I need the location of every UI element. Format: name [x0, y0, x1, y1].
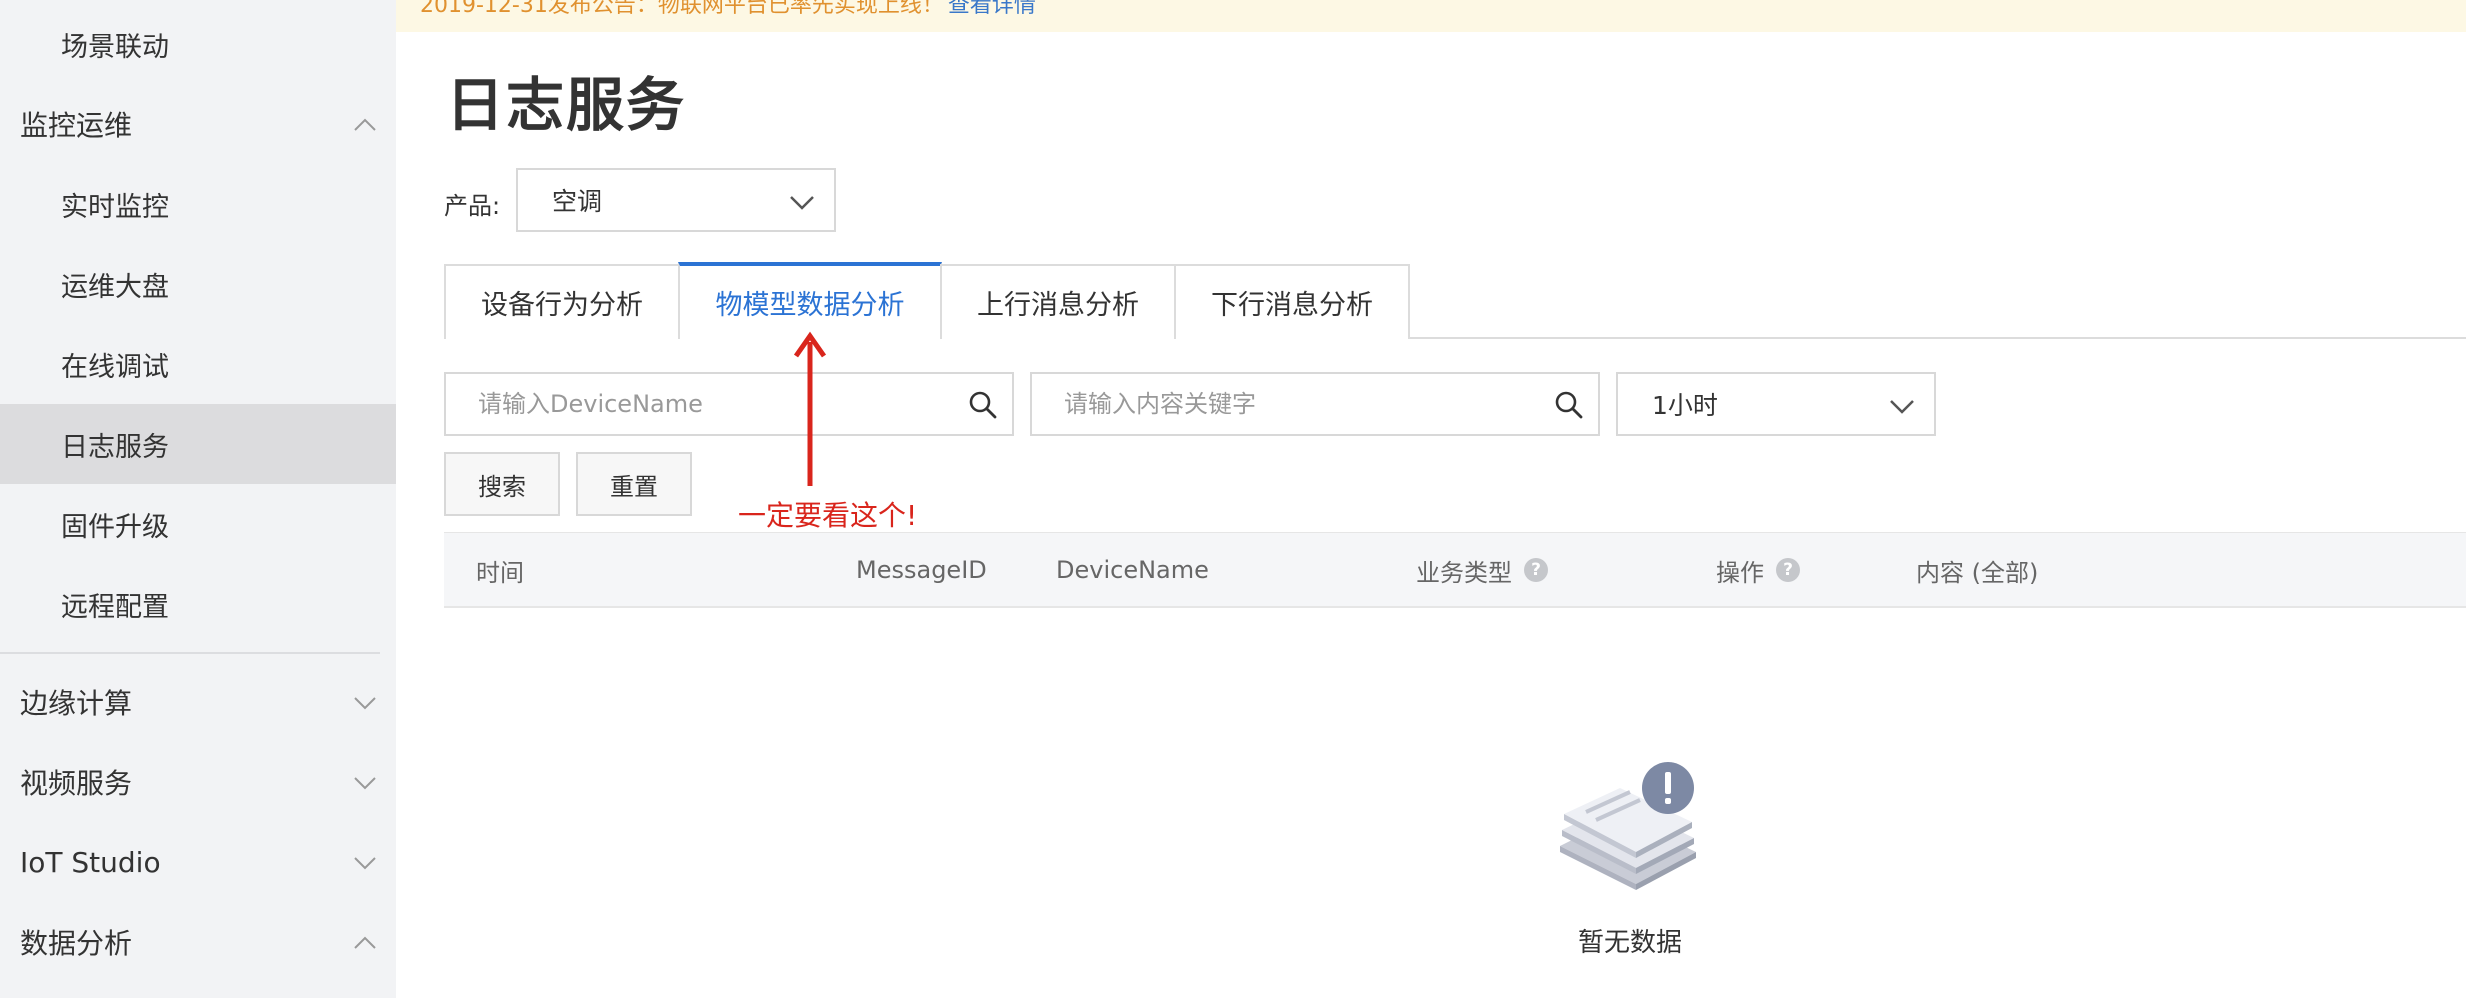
tab-label: 物模型数据分析 — [715, 290, 905, 321]
chevron-down-icon — [790, 196, 814, 210]
annotation-text: 一定要看这个! — [738, 499, 918, 532]
sidebar-item-label: 日志服务 — [61, 431, 169, 463]
sidebar-item-label: 运维大盘 — [61, 271, 169, 303]
sidebar-group-label: 视频服务 — [20, 767, 133, 800]
sidebar-item-ops-dashboard[interactable]: 运维大盘 — [0, 244, 396, 324]
sidebar-item-label: 远程配置 — [61, 591, 169, 623]
chevron-down-icon — [354, 697, 376, 710]
search-icon[interactable] — [968, 390, 998, 420]
notice-text: 2019-12-31发布公告：物联网平台已率先实现上线！ — [420, 0, 944, 18]
keyword-search — [1030, 372, 1600, 436]
chevron-down-icon — [354, 857, 376, 870]
sidebar-item-label: 固件升级 — [61, 511, 169, 543]
reset-button[interactable]: 重置 — [576, 452, 692, 516]
time-range-value: 1小时 — [1652, 391, 1718, 420]
sidebar-item-label: 实时监控 — [61, 191, 169, 223]
sidebar-item-realtime-monitor[interactable]: 实时监控 — [0, 164, 396, 244]
tab-label: 设备行为分析 — [481, 290, 643, 321]
time-range-select[interactable]: 1小时 — [1616, 372, 1936, 436]
column-header-business-type: 业务类型 ? — [1416, 533, 1548, 607]
tab-downstream-messages[interactable]: 下行消息分析 — [1174, 264, 1410, 339]
annotation-arrow-icon — [793, 331, 827, 486]
sidebar-group-monitoring[interactable]: 监控运维 — [0, 84, 396, 164]
sidebar-group-label: 数据分析 — [20, 927, 133, 960]
sidebar-group-label: 边缘计算 — [20, 687, 133, 720]
column-header-time: 时间 — [476, 558, 524, 587]
column-header-message-id: MessageID — [856, 556, 987, 584]
sidebar-group-iot-studio[interactable]: IoT Studio — [0, 822, 396, 902]
product-label: 产品: — [444, 192, 501, 220]
notice-link[interactable]: 查看详情 — [948, 0, 1036, 18]
sidebar-group-label: IoT Studio — [20, 845, 161, 879]
device-name-input[interactable] — [446, 374, 1012, 434]
sidebar-group-data-analysis[interactable]: 数据分析 — [0, 902, 396, 982]
sidebar-group-edge-computing[interactable]: 边缘计算 — [0, 662, 396, 742]
column-header-content[interactable]: 内容 (全部) — [1916, 533, 2038, 607]
chevron-up-icon — [354, 936, 376, 949]
table-header: 时间 MessageID DeviceName 业务类型 ? 操作 ? 内容 (… — [444, 532, 2466, 608]
empty-state-text: 暂无数据 — [1577, 928, 1682, 958]
sidebar-item-log-service[interactable]: 日志服务 — [0, 404, 396, 484]
product-select[interactable]: 空调 — [516, 168, 836, 232]
tab-upstream-messages[interactable]: 上行消息分析 — [940, 264, 1176, 339]
tab-label: 下行消息分析 — [1211, 290, 1373, 321]
empty-data-icon — [1560, 762, 1696, 890]
notice-bar: 2019-12-31发布公告：物联网平台已率先实现上线！ 查看详情 — [396, 0, 2466, 32]
sidebar-group-label: 监控运维 — [20, 109, 133, 142]
sidebar-item-firmware-upgrade[interactable]: 固件升级 — [0, 484, 396, 564]
help-icon[interactable]: ? — [1524, 558, 1548, 582]
sidebar-item-remote-config[interactable]: 远程配置 — [0, 564, 396, 644]
sidebar-divider — [0, 652, 380, 654]
column-header-operation: 操作 ? — [1716, 533, 1800, 607]
chevron-up-icon — [354, 118, 376, 131]
device-name-search — [444, 372, 1014, 436]
page-title: 日志服务 — [446, 71, 687, 139]
search-icon[interactable] — [1554, 390, 1584, 420]
sidebar: 场景联动 监控运维 实时监控 运维大盘 在线调试 日志服务 固件升级 远程配置 … — [0, 0, 396, 998]
sidebar-item-label: 场景联动 — [61, 31, 169, 63]
sidebar-item-label: 在线调试 — [61, 351, 169, 383]
sidebar-group-video-service[interactable]: 视频服务 — [0, 742, 396, 822]
tab-label: 上行消息分析 — [977, 290, 1139, 321]
tab-device-behavior[interactable]: 设备行为分析 — [444, 264, 680, 339]
chevron-down-icon — [354, 777, 376, 790]
sidebar-item-online-debug[interactable]: 在线调试 — [0, 324, 396, 404]
help-icon[interactable]: ? — [1776, 558, 1800, 582]
sidebar-item-scene-linkage[interactable]: 场景联动 — [0, 4, 396, 84]
column-header-device-name: DeviceName — [1056, 556, 1209, 584]
product-select-value: 空调 — [552, 187, 603, 216]
chevron-down-icon — [1890, 400, 1914, 414]
search-button[interactable]: 搜索 — [444, 452, 560, 516]
keyword-input[interactable] — [1032, 374, 1598, 434]
